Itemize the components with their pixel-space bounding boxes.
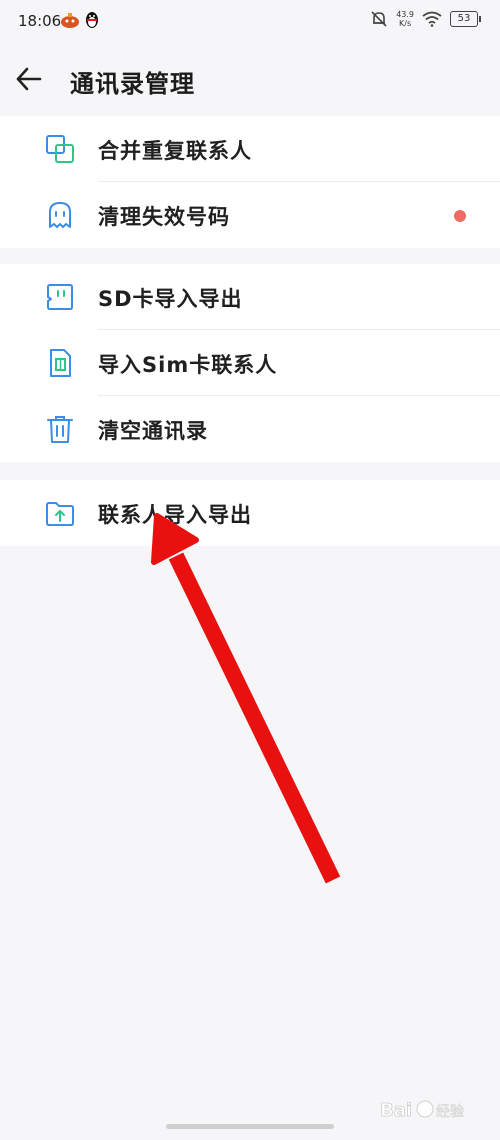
status-bar: 18:06 43.9 K/s 53 <box>0 0 500 46</box>
baidu-watermark-logo: Bai 经验 <box>380 1100 465 1122</box>
sd-card-import-export-item[interactable]: SD卡导入导出 <box>0 264 500 330</box>
ghost-icon <box>49 202 71 228</box>
net-speed: 43.9 K/s <box>396 10 414 28</box>
import-sim-contacts-item[interactable]: 导入Sim卡联系人 <box>0 330 500 396</box>
folder-upload-icon <box>46 502 74 526</box>
svg-text:Bai: Bai <box>380 1100 412 1121</box>
merge-duplicate-contacts-item[interactable]: 合并重复联系人 <box>0 116 500 182</box>
app-header: 通讯录管理 <box>0 46 500 116</box>
net-speed-unit: K/s <box>399 19 412 28</box>
contacts-import-export-item[interactable]: 联系人导入导出 <box>0 480 500 546</box>
merge-contacts-icon <box>46 135 74 163</box>
clear-contacts-item[interactable]: 清空通讯录 <box>0 396 500 462</box>
page-title: 通讯录管理 <box>70 70 195 98</box>
muted-bell-icon <box>371 11 387 27</box>
svg-text:经验: 经验 <box>436 1104 464 1120</box>
contacts-import-export-label: 联系人导入导出 <box>98 503 252 527</box>
clean-invalid-numbers-label: 清理失效号码 <box>98 205 230 229</box>
net-speed-value: 43.9 <box>396 10 414 19</box>
sd-card-import-export-label: SD卡导入导出 <box>98 287 243 311</box>
qq-penguin-icon <box>86 12 98 28</box>
back-button[interactable] <box>14 64 44 94</box>
battery-indicator: 53 <box>450 11 481 27</box>
status-time: 18:06 <box>18 12 62 30</box>
merge-duplicate-contacts-label: 合并重复联系人 <box>98 139 252 163</box>
import-sim-contacts-label: 导入Sim卡联系人 <box>98 353 278 377</box>
trash-icon <box>47 416 73 443</box>
clear-contacts-label: 清空通讯录 <box>98 419 208 443</box>
clean-invalid-numbers-item[interactable]: 清理失效号码 <box>0 182 500 248</box>
settings-group-3: 联系人导入导出 <box>0 480 500 546</box>
back-arrow-icon <box>16 67 42 91</box>
status-right: 43.9 K/s 53 <box>370 10 481 28</box>
home-indicator[interactable] <box>166 1124 334 1129</box>
notification-icons <box>60 11 100 29</box>
settings-group-1: 合并重复联系人 清理失效号码 <box>0 116 500 248</box>
settings-group-2: SD卡导入导出 导入Sim卡联系人 清空通讯录 <box>0 264 500 462</box>
new-badge-dot <box>454 210 466 222</box>
sim-card-icon <box>50 349 71 377</box>
app-notification-icon <box>61 13 79 28</box>
wifi-icon <box>422 11 442 27</box>
sd-card-icon <box>47 284 73 310</box>
